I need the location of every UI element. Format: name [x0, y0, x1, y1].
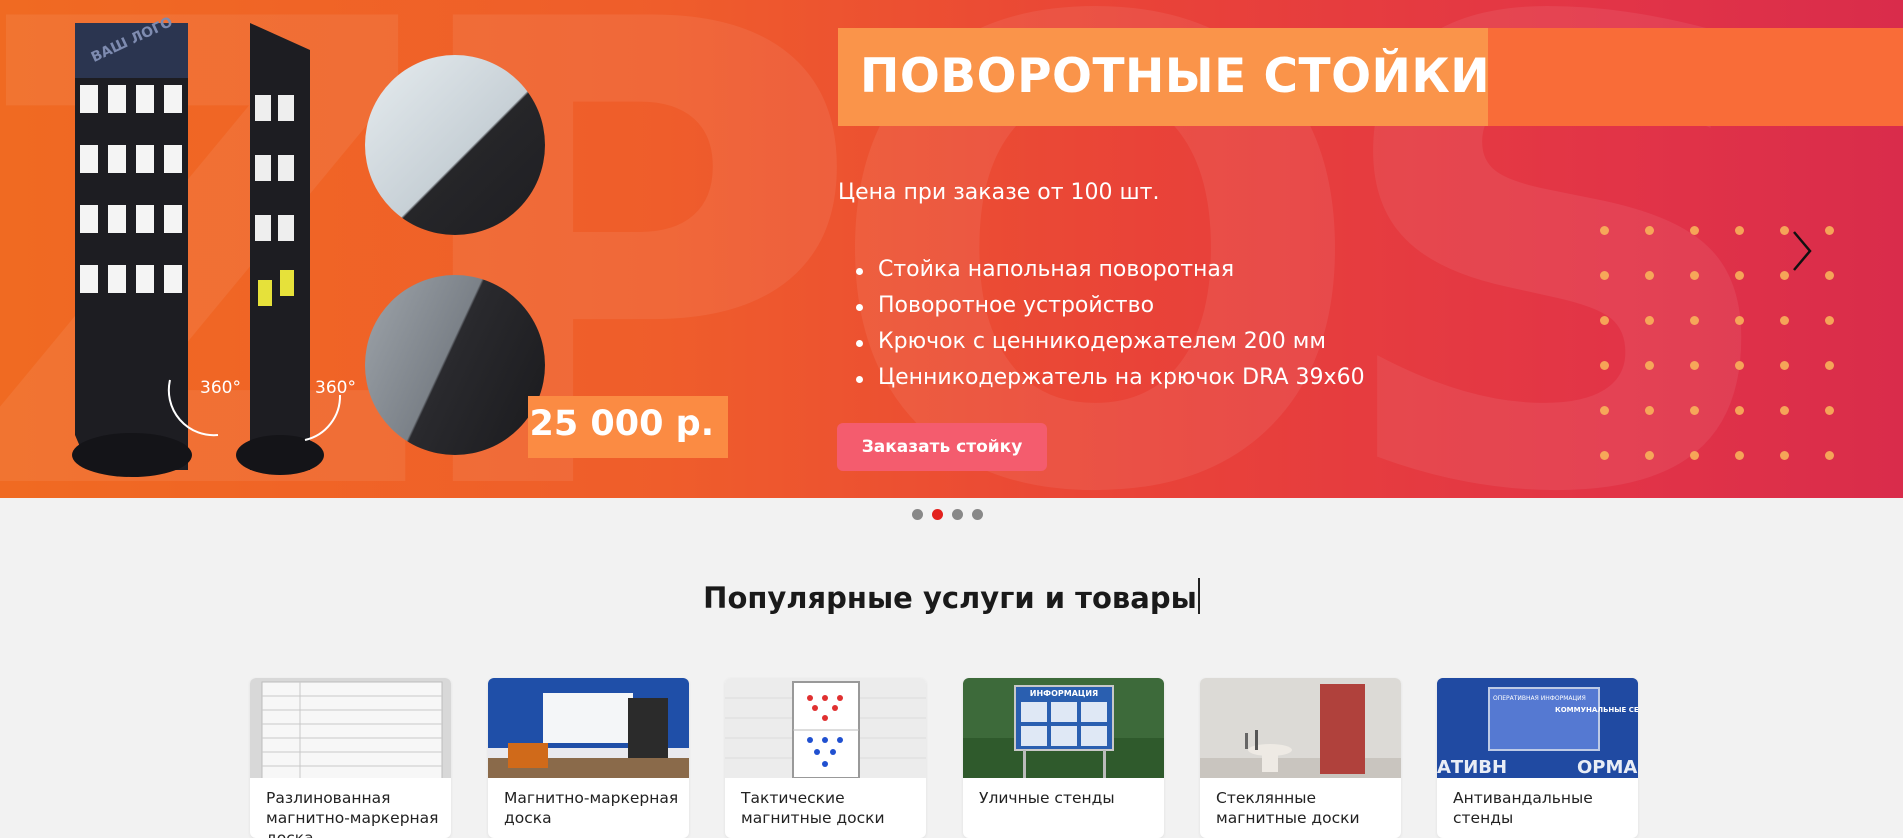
op-info-text: ОПЕРАТИВНАЯ ИНФОРМАЦИЯ — [1493, 695, 1586, 702]
decor-dot — [1690, 226, 1699, 235]
decor-dot — [1690, 361, 1699, 370]
decor-dot — [1825, 226, 1834, 235]
decor-dot — [1780, 406, 1789, 415]
feature-item: Стойка напольная поворотная — [838, 252, 1365, 288]
decor-dot — [1735, 451, 1744, 460]
decor-dot — [1825, 271, 1834, 280]
product-card[interactable]: Разлинованная магнитно-маркерная доска — [250, 678, 451, 838]
detail-photo-top — [365, 55, 545, 235]
banner-text-left: АТИВН — [1437, 757, 1507, 778]
rotation-label-right: 360° — [315, 378, 356, 398]
decor-dot — [1600, 451, 1609, 460]
card-label: Разлинованная магнитно-маркерная доска — [266, 789, 439, 838]
decor-dot — [1780, 316, 1789, 325]
product-card[interactable]: Тактические магнитные доски — [725, 678, 926, 838]
decor-dot — [1735, 316, 1744, 325]
order-stand-button[interactable]: Заказать стойку — [837, 423, 1047, 471]
feature-item: Поворотное устройство — [838, 288, 1365, 324]
decor-dot — [1645, 451, 1654, 460]
decor-dot — [1600, 316, 1609, 325]
banner-text-right: ОРМАЦ — [1577, 757, 1638, 778]
decor-dot — [1690, 316, 1699, 325]
card-image — [1200, 678, 1401, 778]
decor-dot — [1825, 451, 1834, 460]
card-image — [488, 678, 689, 778]
card-image: ОПЕРАТИВНАЯ ИНФОРМАЦИЯ КОММУНАЛЬНЫЕ СЕТИ… — [1437, 678, 1638, 778]
decor-dot — [1735, 361, 1744, 370]
decor-dot — [1735, 406, 1744, 415]
slider-dot-3[interactable] — [952, 509, 963, 520]
decor-dot — [1600, 271, 1609, 280]
decor-dot — [1780, 451, 1789, 460]
decor-dot — [1690, 451, 1699, 460]
decor-dot — [1645, 271, 1654, 280]
next-slide-arrow-icon[interactable] — [1780, 226, 1820, 276]
decor-dot — [1825, 406, 1834, 415]
price-note: Цена при заказе от 100 шт. — [838, 180, 1160, 205]
text-cursor — [1197, 578, 1200, 614]
decor-dot — [1735, 226, 1744, 235]
product-card[interactable]: Магнитно-маркерная доска — [488, 678, 689, 838]
product-card[interactable]: Стеклянные магнитные доски — [1200, 678, 1401, 838]
slider-dot-2[interactable] — [932, 509, 943, 520]
info-sign-text: ИНФОРМАЦИЯ — [1030, 689, 1098, 698]
section-title-text: Популярные услуги и товары — [703, 581, 1197, 615]
product-card[interactable]: ОПЕРАТИВНАЯ ИНФОРМАЦИЯ КОММУНАЛЬНЫЕ СЕТИ… — [1437, 678, 1638, 838]
slide-title: ПОВОРОТНЫЕ СТОЙКИ — [860, 49, 1491, 104]
decor-dot — [1645, 406, 1654, 415]
feature-list: Стойка напольная поворотная Поворотное у… — [838, 252, 1365, 396]
decor-dot — [1690, 406, 1699, 415]
card-image — [250, 678, 451, 778]
detail-photo-bottom — [365, 275, 545, 455]
decor-dot — [1690, 271, 1699, 280]
feature-item: Крючок с ценникодержателем 200 мм — [838, 324, 1365, 360]
card-label: Уличные стенды — [979, 789, 1115, 807]
hero-slider: ZPOS 360° 360° ВАШ ЛОГО 25 000 р. ПОВОРО… — [0, 0, 1903, 498]
decor-dot — [1645, 361, 1654, 370]
slider-dot-4[interactable] — [972, 509, 983, 520]
decor-dot — [1825, 316, 1834, 325]
feature-item: Ценникодержатель на крючок DRA 39х60 — [838, 360, 1365, 396]
decor-dot — [1735, 271, 1744, 280]
decor-dot — [1780, 361, 1789, 370]
card-image — [725, 678, 926, 778]
decor-dot — [1645, 316, 1654, 325]
rotating-stand-illustration: 360° 360° — [72, 23, 356, 477]
section-title: Популярные услуги и товары — [0, 578, 1903, 615]
rotation-label-left: 360° — [200, 378, 241, 398]
decor-dot — [1600, 406, 1609, 415]
card-label: Антивандальные стенды — [1453, 789, 1593, 827]
card-image: ИНФОРМАЦИЯ — [963, 678, 1164, 778]
decor-dot — [1600, 361, 1609, 370]
price-value: 25 000 р. — [529, 404, 715, 444]
card-label: Магнитно-маркерная доска — [504, 789, 679, 827]
product-card[interactable]: ИНФОРМАЦИЯ Уличные стенды — [963, 678, 1164, 838]
decor-dot — [1645, 226, 1654, 235]
decor-dot — [1600, 226, 1609, 235]
price-tag: 25 000 р. — [528, 396, 728, 458]
slider-dot-1[interactable] — [912, 509, 923, 520]
card-label: Тактические магнитные доски — [741, 789, 885, 827]
card-label: Стеклянные магнитные доски — [1216, 789, 1360, 827]
communal-text: КОММУНАЛЬНЫЕ СЕТИ — [1555, 706, 1638, 714]
decor-dot — [1825, 361, 1834, 370]
